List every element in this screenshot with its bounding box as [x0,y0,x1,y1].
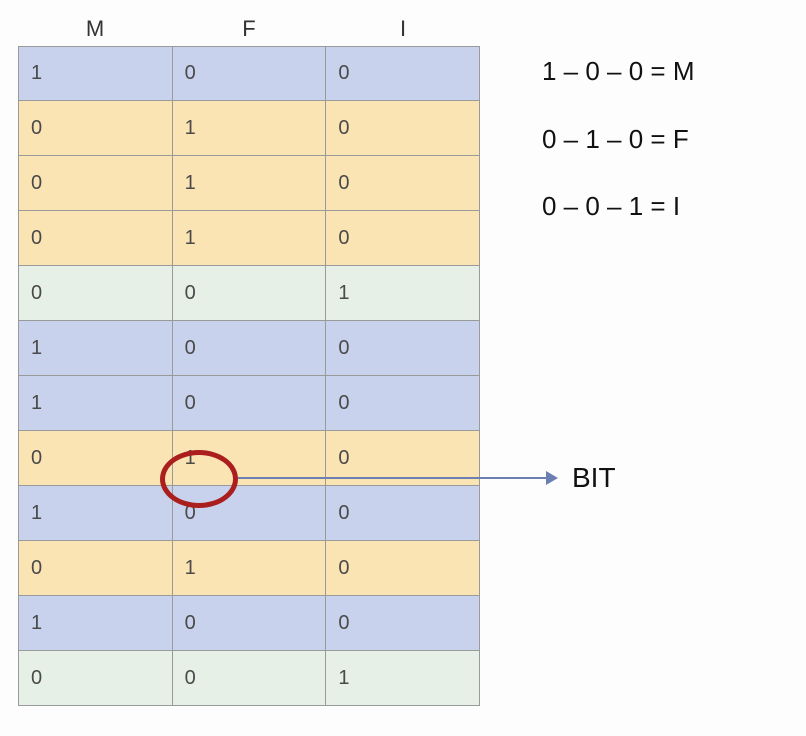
table-cell: 0 [326,211,479,265]
table-cell: 1 [326,266,479,320]
bit-label: BIT [572,462,616,494]
table-cell: 0 [19,541,173,595]
table-cell: 0 [173,47,327,100]
table-row: 010 [18,101,480,156]
table-cell: 1 [19,486,173,540]
column-headers: M F I [18,16,480,42]
legend: 1 – 0 – 0 = M 0 – 1 – 0 = F 0 – 0 – 1 = … [542,38,694,241]
table-cell: 1 [173,541,327,595]
table-row: 100 [18,486,480,541]
table-cell: 0 [173,266,327,320]
header-f: F [172,16,326,42]
table-cell: 0 [326,156,479,210]
table-row: 100 [18,596,480,651]
table-cell: 1 [19,596,173,650]
header-i: I [326,16,480,42]
table-cell: 1 [173,156,327,210]
table-row: 010 [18,541,480,596]
table-cell: 1 [19,376,173,430]
table-cell: 0 [326,596,479,650]
table-cell: 0 [326,321,479,375]
table-cell: 0 [326,541,479,595]
table-cell: 1 [19,321,173,375]
table-row: 001 [18,266,480,321]
table-cell: 0 [173,376,327,430]
table-cell: 1 [173,101,327,155]
table-row: 100 [18,376,480,431]
table-cell: 0 [326,486,479,540]
table-row: 100 [18,46,480,101]
table-cell: 0 [19,211,173,265]
legend-i: 0 – 0 – 1 = I [542,173,694,241]
table-cell: 0 [173,486,327,540]
table-cell: 0 [173,651,327,705]
table-cell: 0 [173,596,327,650]
table-row: 001 [18,651,480,706]
table-cell: 0 [173,321,327,375]
arrow-line-icon [238,477,546,479]
arrow-head-icon [546,471,558,485]
table-cell: 0 [19,266,173,320]
table-cell: 0 [19,651,173,705]
table-cell: 0 [19,156,173,210]
legend-m: 1 – 0 – 0 = M [542,38,694,106]
legend-f: 0 – 1 – 0 = F [542,106,694,174]
table-cell: 1 [326,651,479,705]
table-row: 100 [18,321,480,376]
table-row: 010 [18,211,480,266]
table-cell: 0 [19,431,173,485]
table-cell: 0 [326,376,479,430]
table-row: 010 [18,156,480,211]
table-cell: 0 [326,47,479,100]
table-cell: 0 [326,101,479,155]
encoding-table: 100010010010001100100010100010100001 [18,46,480,706]
header-m: M [18,16,172,42]
table-cell: 1 [173,211,327,265]
table-cell: 1 [19,47,173,100]
table-cell: 0 [19,101,173,155]
